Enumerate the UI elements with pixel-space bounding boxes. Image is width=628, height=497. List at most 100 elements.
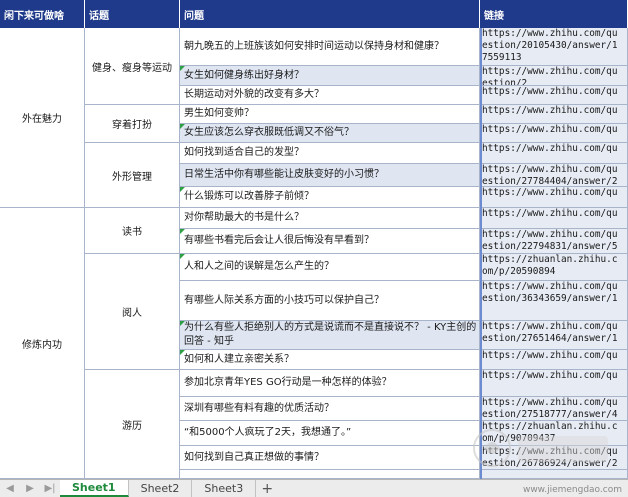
question-text: 有哪些书看完后会让人很后悔没有早看到？ xyxy=(184,235,374,246)
link-text: https://www.zhihu.com/qu xyxy=(482,28,618,39)
link-text: estion/36343659/answer/1 xyxy=(482,293,618,304)
question-text: 参加北京青年YES GO行动是一种怎样的体验？ xyxy=(184,377,392,388)
question-cell[interactable]: 有哪些人际关系方面的小技巧可以保护自己？ xyxy=(180,281,480,321)
watermark-text: www.jiemengdao.com xyxy=(522,485,622,495)
link-text: https://www.zhihu.com/qu xyxy=(482,164,618,175)
question-text: 如何找到自己真正想做的事情？ xyxy=(184,451,324,463)
question-cell[interactable]: 为什么有些人拒绝别人的方式是说谎而不是直接说不？ - KY主创的回答 - 知乎 xyxy=(180,321,480,350)
question-text: 如何找到适合自己的发型？ xyxy=(184,147,304,158)
question-text: 深圳有哪些有料有趣的优质活动？ xyxy=(184,402,334,414)
question-text: “和5000个人疯玩了2天，我想通了。” xyxy=(184,427,352,438)
question-cell[interactable]: 男生如何变帅？ xyxy=(180,105,480,124)
link-text: https://www.zhihu.com/qu xyxy=(482,208,618,219)
header-col-activity[interactable]: 闲下来可做啥 xyxy=(0,0,85,28)
add-sheet-button[interactable]: + xyxy=(256,480,278,497)
header-col-topic[interactable]: 话题 xyxy=(85,0,180,28)
link-cell[interactable]: https://zhuanlan.zhihu.c om/p/20590894 xyxy=(480,254,628,281)
comment-marker xyxy=(180,321,185,326)
link-cell[interactable]: https://www.zhihu.com/qu estion/27651464/… xyxy=(480,321,628,350)
question-cell[interactable]: 女生如何健身练出好身材？ xyxy=(180,66,480,86)
link-text: https://www.zhihu.com/qu xyxy=(482,105,618,116)
question-cell[interactable]: 长期运动对外貌的改变有多大？ xyxy=(180,86,480,105)
link-text: estion/27651464/answer/1 xyxy=(482,333,618,344)
link-cell[interactable]: https://www.zhihu.com/qu estion/22794831/… xyxy=(480,229,628,254)
category-cell[interactable]: 修炼内功 xyxy=(0,208,85,479)
link-text: https://www.zhihu.com/qu xyxy=(482,187,618,198)
next-sheet-arrow-icon[interactable]: ▶ xyxy=(20,480,40,497)
question-cell[interactable]: 女生应该怎么穿衣服既低调又不俗气？ xyxy=(180,124,480,143)
topic-cell[interactable]: 健身、瘦身等运动 xyxy=(85,28,180,105)
comment-marker xyxy=(180,66,185,71)
topic-label: 外形管理 xyxy=(112,171,152,183)
topic-cell[interactable]: 外形管理 xyxy=(85,143,180,208)
comment-marker xyxy=(180,124,185,129)
category-label: 修炼内功 xyxy=(22,339,62,351)
link-text: https://www.zhihu.com/qu xyxy=(482,229,618,240)
link-cell[interactable]: https://www.zhihu.com/qu estion/36343659/… xyxy=(480,281,628,321)
comment-marker xyxy=(180,229,185,234)
topic-cell[interactable]: 读书 xyxy=(85,208,180,254)
link-text: https://www.zhihu.com/qu xyxy=(482,143,618,154)
question-text: 为什么有些人拒绝别人的方式是说谎而不是直接说不？ - KY主创的回答 - 知乎 xyxy=(184,322,477,347)
link-text: 7559113 xyxy=(482,52,522,63)
link-cell[interactable]: https://www.zhihu.com/qu estion/2 xyxy=(480,66,628,86)
question-text: 有哪些人际关系方面的小技巧可以保护自己？ xyxy=(184,294,384,306)
question-cell[interactable]: 人和人之间的误解是怎么产生的？ xyxy=(180,254,480,281)
question-cell[interactable]: 有哪些书看完后会让人很后悔没有早看到？ xyxy=(180,229,480,254)
link-text: https://www.zhihu.com/qu xyxy=(482,124,618,135)
header-col-question[interactable]: 问题 xyxy=(180,0,480,28)
header-col-link[interactable]: 链接 xyxy=(480,0,628,28)
link-text: estion/2 xyxy=(482,78,528,86)
link-text: estion/22794831/answer/5 xyxy=(482,241,618,252)
last-sheet-arrow-icon[interactable]: ▶| xyxy=(40,480,60,497)
question-cell[interactable]: 参加北京青年YES GO行动是一种怎样的体验？ xyxy=(180,370,480,397)
link-cell[interactable]: https://www.zhihu.com/qu xyxy=(480,350,628,370)
question-text: 人和人之间的误解是怎么产生的？ xyxy=(184,261,334,272)
topic-label: 阅人 xyxy=(122,308,142,319)
question-cell[interactable]: 日常生活中你有哪些能让皮肤变好的小习惯？ xyxy=(180,164,480,187)
question-cell[interactable]: 如何和人建立亲密关系？ xyxy=(180,350,480,370)
topic-cell[interactable]: 穿着打扮 xyxy=(85,105,180,143)
topic-label: 读书 xyxy=(122,227,142,238)
link-cell[interactable]: https://www.zhihu.com/qu xyxy=(480,208,628,229)
question-cell[interactable]: 如何找到自己真正想做的事情？ xyxy=(180,446,480,470)
question-cell[interactable]: 对你帮助最大的书是什么？ xyxy=(180,208,480,229)
link-cell[interactable]: https://www.zhihu.com/qu xyxy=(480,187,628,208)
link-cell[interactable]: https://www.zhihu.com/qu xyxy=(480,143,628,164)
question-cell[interactable] xyxy=(180,470,480,479)
link-text: https://www.zhihu.com/qu xyxy=(482,321,618,332)
question-text: 朝九晚五的上班族该如何安排时间运动以保持身材和健康？ xyxy=(184,40,444,52)
question-cell[interactable]: 朝九晚五的上班族该如何安排时间运动以保持身材和健康？ xyxy=(180,28,480,66)
spreadsheet-grid[interactable]: 闲下来可做啥 话题 问题 链接 外在魅力 修炼内功 健身、瘦身等运动 穿着打扮 … xyxy=(0,0,628,479)
link-cell[interactable]: https://www.zhihu.com/qu estion/27784404/… xyxy=(480,164,628,187)
link-cell[interactable]: https://www.zhihu.com/qu xyxy=(480,105,628,124)
tab-sheet2[interactable]: Sheet2 xyxy=(129,480,193,497)
question-text: 男生如何变帅？ xyxy=(184,108,254,119)
question-cell[interactable]: 如何找到适合自己的发型？ xyxy=(180,143,480,164)
question-text: 女生应该怎么穿衣服既低调又不俗气？ xyxy=(184,127,354,138)
link-cell[interactable]: https://www.zhihu.com/qu xyxy=(480,370,628,397)
link-text: https://www.zhihu.com/qu xyxy=(482,370,618,381)
category-cell[interactable]: 外在魅力 xyxy=(0,28,85,208)
link-cell[interactable]: https://www.zhihu.com/qu xyxy=(480,124,628,143)
question-text: 如何和人建立亲密关系？ xyxy=(184,353,294,365)
comment-marker xyxy=(180,350,185,355)
link-text: https://www.zhihu.com/qu xyxy=(482,281,618,292)
sheet-tab-bar: ◀ ▶ ▶| Sheet1 Sheet2 Sheet3 + www.jiemen… xyxy=(0,479,628,497)
tab-sheet1[interactable]: Sheet1 xyxy=(60,480,129,497)
link-cell[interactable]: https://www.zhihu.com/qu xyxy=(480,86,628,105)
topic-cell[interactable]: 阅人 xyxy=(85,254,180,370)
question-text: 什么锻炼可以改善脖子前倾？ xyxy=(184,191,314,202)
link-text: https://www.zhihu.com/qu xyxy=(482,86,618,97)
watermark-logo-icon xyxy=(473,429,608,467)
topic-label: 穿着打扮 xyxy=(112,120,152,131)
tab-sheet3[interactable]: Sheet3 xyxy=(192,480,257,497)
link-cell[interactable]: https://www.zhihu.com/qu estion/20105430/… xyxy=(480,28,628,66)
question-cell[interactable]: 什么锻炼可以改善脖子前倾？ xyxy=(180,187,480,208)
link-text: https://www.zhihu.com/qu xyxy=(482,350,618,361)
link-text: estion/27784404/answer/2 xyxy=(482,176,618,187)
question-cell[interactable]: 深圳有哪些有料有趣的优质活动？ xyxy=(180,397,480,421)
first-sheet-arrow-icon[interactable]: ◀ xyxy=(0,480,20,497)
question-cell[interactable]: “和5000个人疯玩了2天，我想通了。” xyxy=(180,421,480,446)
topic-cell[interactable]: 游历 xyxy=(85,370,180,479)
